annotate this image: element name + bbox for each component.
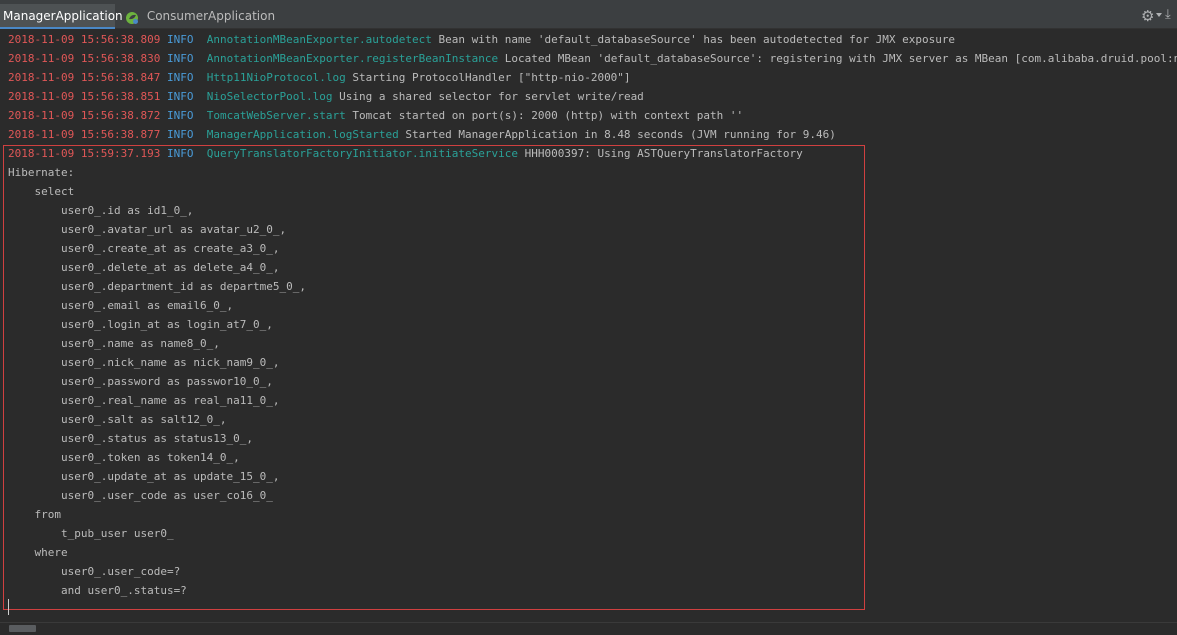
- log-line: 2018-11-09 15:56:38.830 INFO AnnotationM…: [8, 49, 1177, 68]
- log-level: INFO: [166, 33, 194, 46]
- log-message: Started ManagerApplication in 8.48 secon…: [405, 128, 836, 141]
- log-message: Bean with name 'default_databaseSource' …: [438, 33, 956, 46]
- log-source-link[interactable]: AnnotationMBeanExporter.registerBeanInst…: [207, 52, 498, 65]
- log-level: INFO: [166, 109, 194, 122]
- log-timestamp: 2018-11-09 15:56:38.809: [8, 33, 161, 46]
- log-source-link[interactable]: TomcatWebServer.start: [207, 109, 346, 122]
- log-level: INFO: [166, 128, 194, 141]
- tab-manager-application[interactable]: ManagerApplication: [0, 4, 123, 29]
- log-timestamp: 2018-11-09 15:56:38.851: [8, 90, 161, 103]
- log-message: Located MBean 'default_databaseSource': …: [504, 52, 1177, 65]
- horizontal-scrollbar[interactable]: [0, 622, 1177, 635]
- tab-label: ManagerApplication: [3, 9, 123, 23]
- console-output[interactable]: 2018-11-09 15:56:38.809 INFO AnnotationM…: [0, 29, 1177, 622]
- sql-line: user0_.name as name8_0_,: [8, 337, 220, 350]
- log-timestamp: 2018-11-09 15:56:38.872: [8, 109, 161, 122]
- log-line: 2018-11-09 15:56:38.877 INFO ManagerAppl…: [8, 125, 836, 144]
- text-cursor: [8, 599, 9, 615]
- sql-line: user0_.update_at as update_15_0_,: [8, 470, 280, 483]
- sql-line: user0_.real_name as real_na11_0_,: [8, 394, 280, 407]
- log-source-link[interactable]: Http11NioProtocol.log: [207, 71, 346, 84]
- log-timestamp: 2018-11-09 15:56:38.830: [8, 52, 161, 65]
- sql-line: user0_.user_code as user_co16_0_: [8, 489, 273, 502]
- log-line: 2018-11-09 15:56:38.872 INFO TomcatWebSe…: [8, 106, 743, 125]
- log-source-link[interactable]: AnnotationMBeanExporter.autodetect: [207, 33, 432, 46]
- sql-line: user0_.token as token14_0_,: [8, 451, 240, 464]
- log-source-link[interactable]: NioSelectorPool.log: [207, 90, 333, 103]
- tab-consumer-application[interactable]: ConsumerApplication: [117, 4, 275, 29]
- log-level: INFO: [166, 90, 194, 103]
- sql-line: user0_.nick_name as nick_nam9_0_,: [8, 356, 280, 369]
- sql-line: t_pub_user user0_: [8, 527, 174, 540]
- download-icon[interactable]: ⤓: [1165, 7, 1171, 22]
- log-line: 2018-11-09 15:56:38.809 INFO AnnotationM…: [8, 30, 955, 49]
- sql-line: user0_.status as status13_0_,: [8, 432, 254, 445]
- sql-line: select: [8, 185, 75, 198]
- log-message: Starting ProtocolHandler ["http-nio-2000…: [352, 71, 631, 84]
- log-line: 2018-11-09 15:56:38.851 INFO NioSelector…: [8, 87, 644, 106]
- sql-line: user0_.email as email6_0_,: [8, 299, 234, 312]
- sql-line: where: [8, 546, 68, 559]
- sql-line: user0_.password as passwor10_0_,: [8, 375, 273, 388]
- gear-icon[interactable]: ⚙: [1141, 7, 1154, 25]
- sql-line: user0_.login_at as login_at7_0_,: [8, 318, 273, 331]
- log-timestamp: 2018-11-09 15:56:38.847: [8, 71, 161, 84]
- log-message: Tomcat started on port(s): 2000 (http) w…: [352, 109, 744, 122]
- log-timestamp: 2018-11-09 15:59:37.193: [8, 147, 161, 160]
- sql-line: user0_.department_id as departme5_0_,: [8, 280, 307, 293]
- log-level: INFO: [166, 147, 194, 160]
- log-level: INFO: [166, 52, 194, 65]
- log-source-link[interactable]: QueryTranslatorFactoryInitiator.initiate…: [207, 147, 518, 160]
- sql-line: user0_.delete_at as delete_a4_0_,: [8, 261, 280, 274]
- sql-line: user0_.create_at as create_a3_0_,: [8, 242, 280, 255]
- sql-line: user0_.salt as salt12_0_,: [8, 413, 227, 426]
- tab-label: ConsumerApplication: [146, 9, 276, 23]
- sql-line: Hibernate:: [8, 166, 75, 179]
- console-toolbar: ⚙ ⤓: [1135, 4, 1177, 29]
- sql-line: user0_.user_code=?: [8, 565, 181, 578]
- log-message: Using a shared selector for servlet writ…: [339, 90, 644, 103]
- log-timestamp: 2018-11-09 15:56:38.877: [8, 128, 161, 141]
- log-level: INFO: [166, 71, 194, 84]
- log-source-link[interactable]: ManagerApplication.logStarted: [207, 128, 399, 141]
- log-message: HHH000397: Using ASTQueryTranslatorFacto…: [524, 147, 803, 160]
- run-tab-bar: ManagerApplication ConsumerApplication ⚙…: [0, 0, 1177, 29]
- sql-line: user0_.id as id1_0_,: [8, 204, 194, 217]
- scrollbar-thumb[interactable]: [9, 625, 36, 632]
- log-line: 2018-11-09 15:56:38.847 INFO Http11NioPr…: [8, 68, 631, 87]
- sql-line: user0_.avatar_url as avatar_u2_0_,: [8, 223, 287, 236]
- chevron-down-icon[interactable]: [1156, 13, 1162, 17]
- sql-line: from: [8, 508, 61, 521]
- sql-line: and user0_.status=?: [8, 584, 187, 597]
- log-line: 2018-11-09 15:59:37.193 INFO QueryTransl…: [8, 144, 803, 163]
- spring-boot-icon: [125, 9, 139, 24]
